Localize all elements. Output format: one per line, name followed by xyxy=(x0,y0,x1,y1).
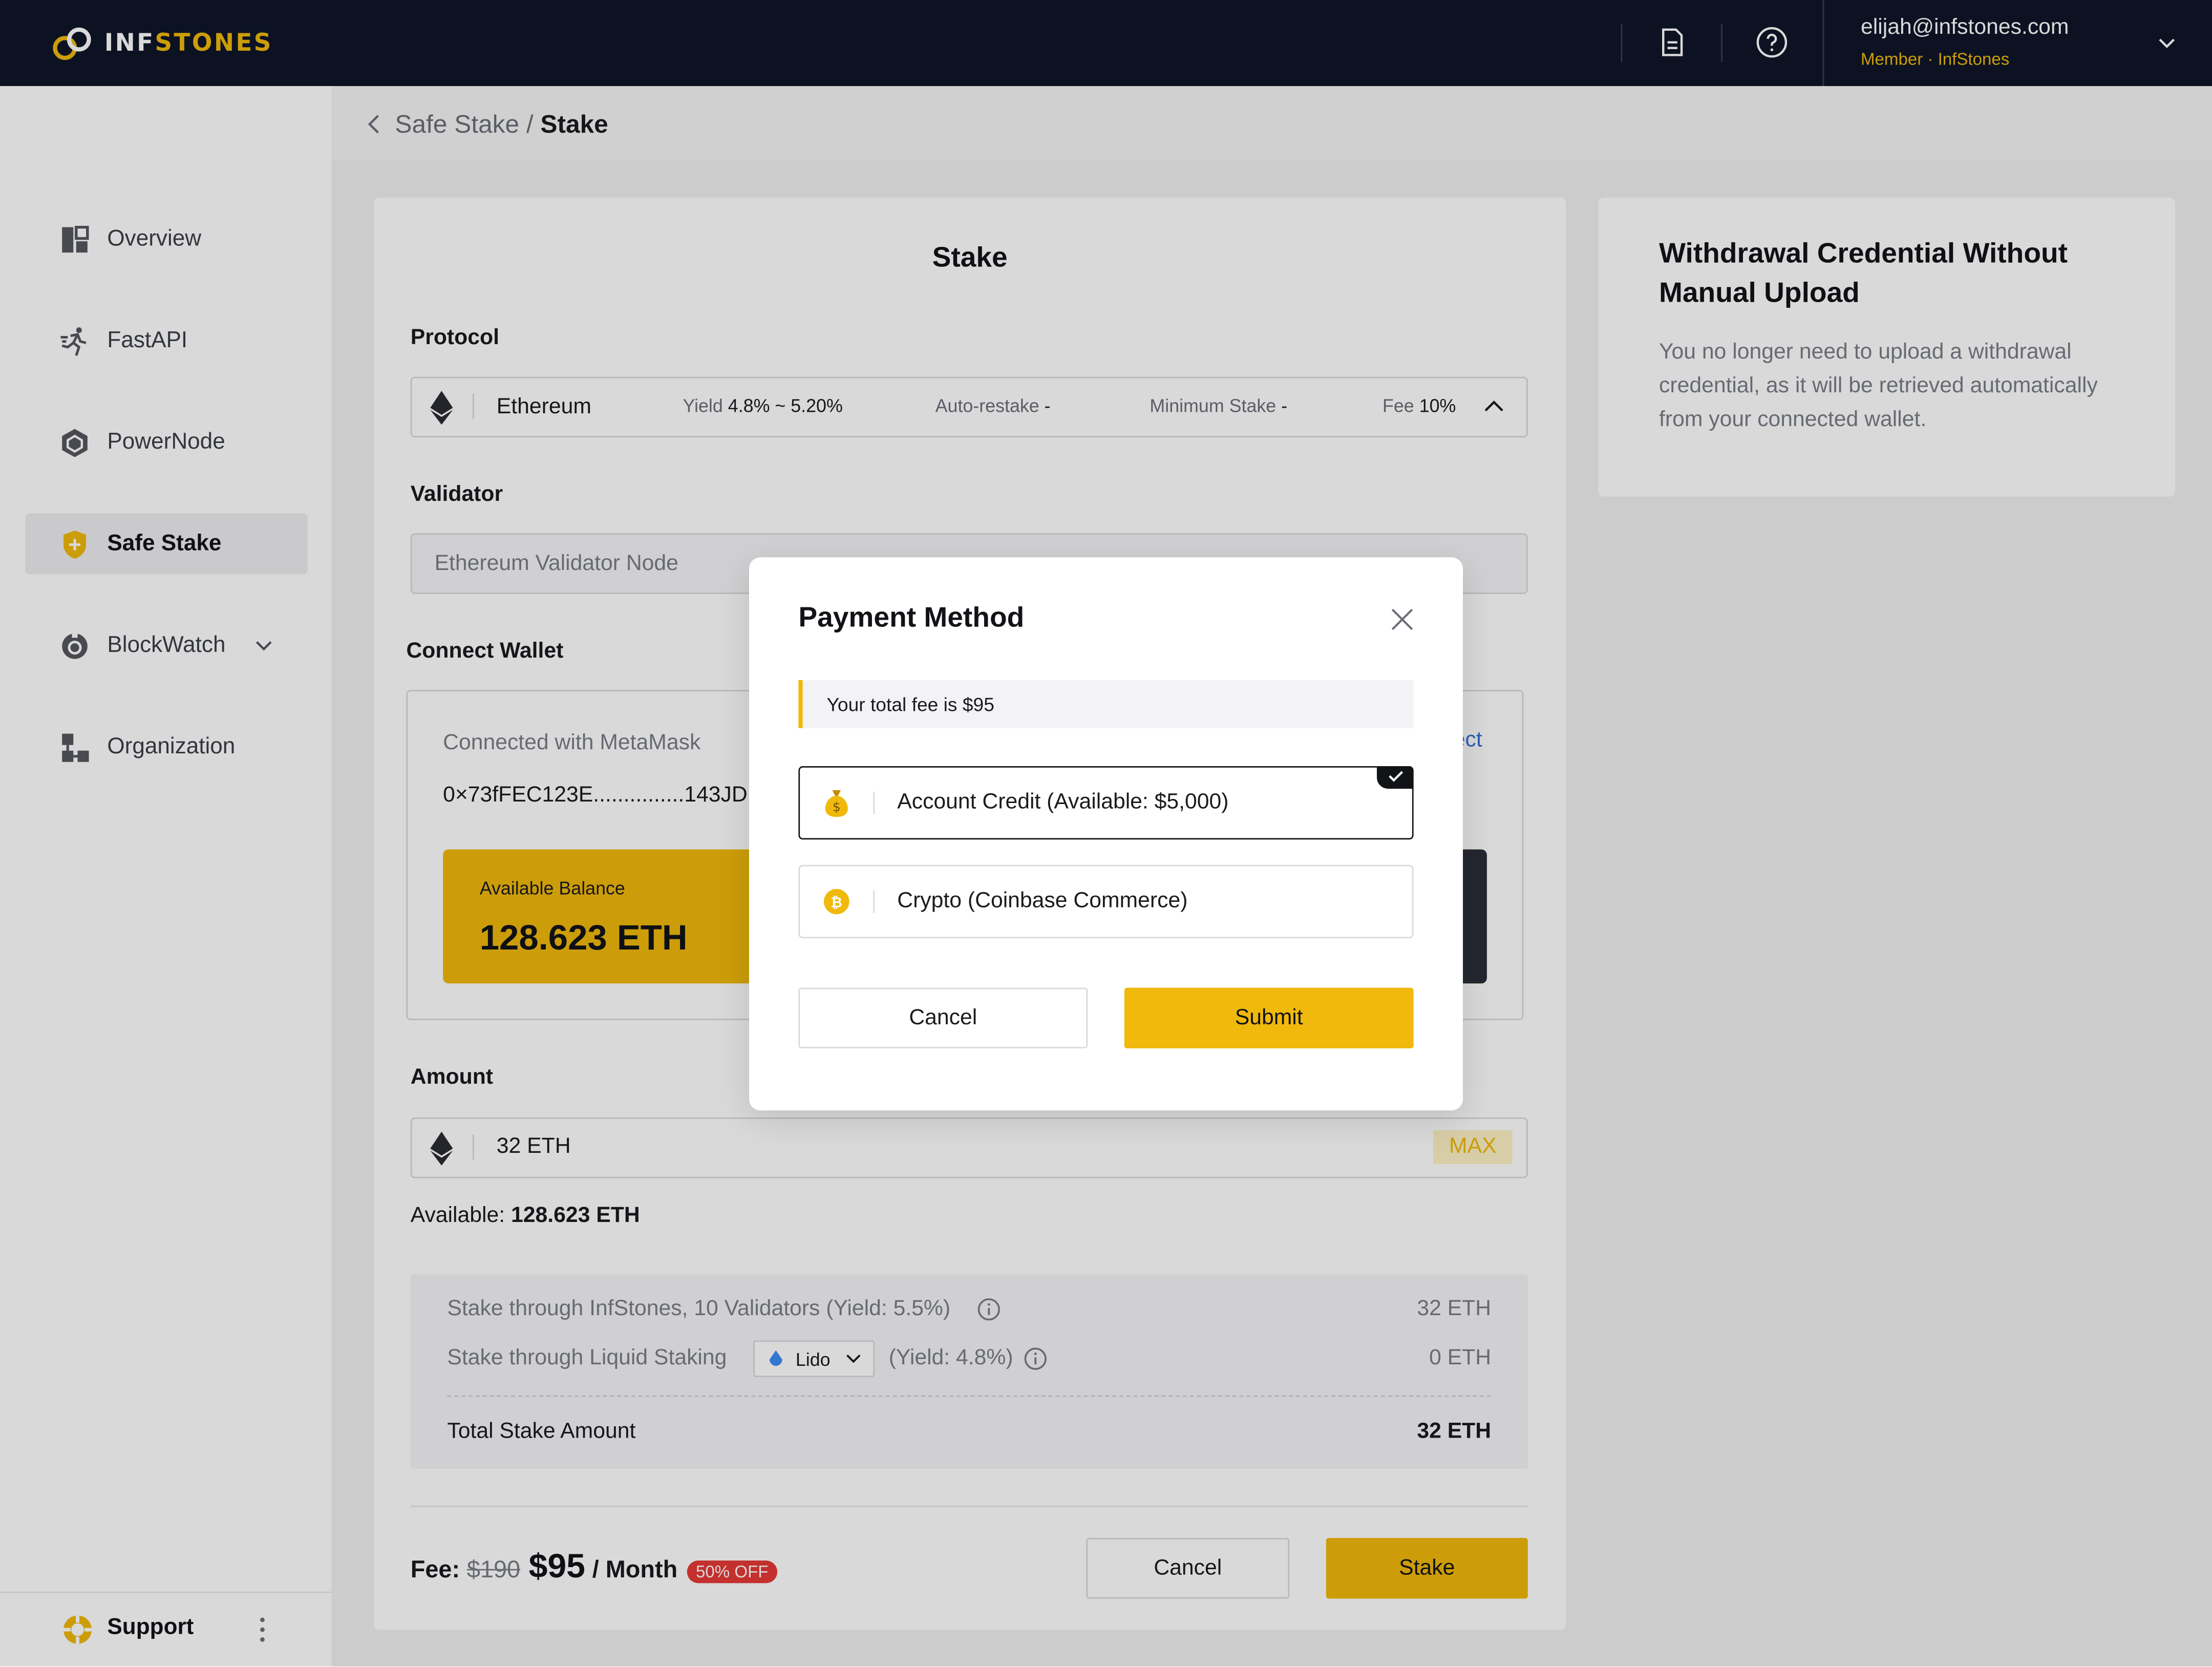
divider xyxy=(873,791,875,814)
svg-text:₿: ₿ xyxy=(831,895,842,911)
money-bag-icon: $ xyxy=(822,789,850,817)
divider xyxy=(873,890,875,913)
fee-notice: Your total fee is $95 xyxy=(798,680,1414,728)
modal-title: Payment Method xyxy=(798,602,1025,634)
svg-text:$: $ xyxy=(833,799,841,814)
payment-option-crypto[interactable]: ₿ Crypto (Coinbase Commerce) xyxy=(798,864,1414,939)
modal-submit-button[interactable]: Submit xyxy=(1124,987,1414,1049)
payment-option-account-credit[interactable]: $ Account Credit (Available: $5,000) xyxy=(798,766,1414,840)
payment-option-label: Account Credit (Available: $5,000) xyxy=(897,790,1229,814)
modal-cancel-button[interactable]: Cancel xyxy=(798,987,1088,1049)
bitcoin-icon: ₿ xyxy=(822,888,850,916)
selected-check-icon xyxy=(1376,766,1414,789)
close-icon[interactable] xyxy=(1390,607,1415,632)
payment-option-label: Crypto (Coinbase Commerce) xyxy=(897,889,1188,913)
